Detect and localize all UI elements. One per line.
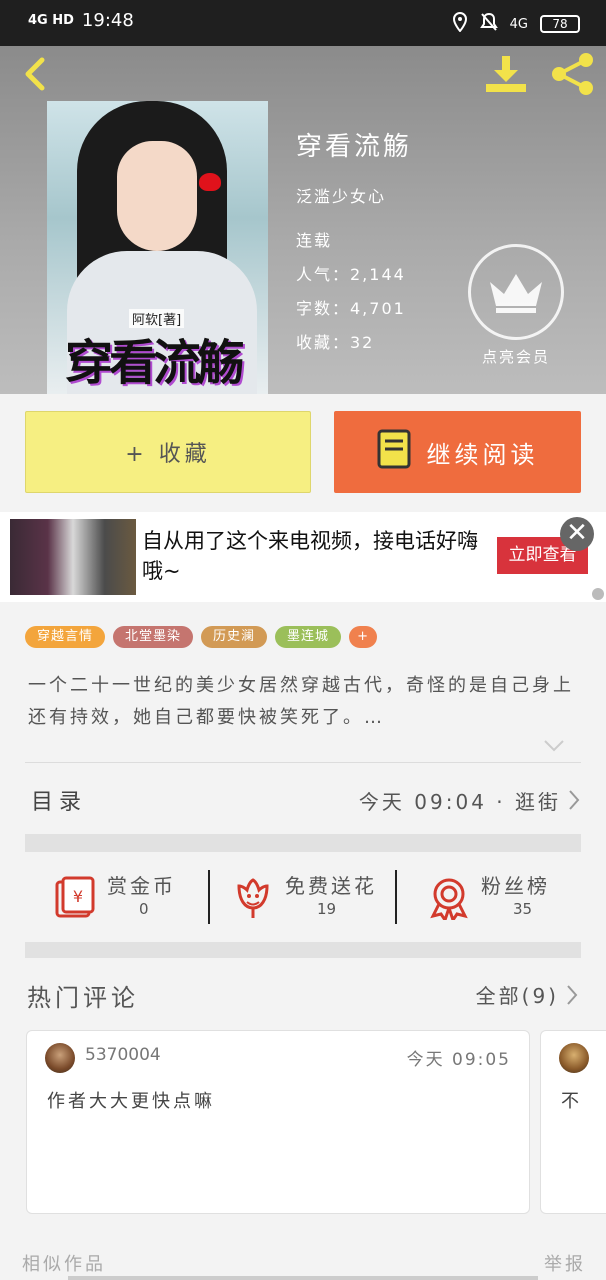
flower-icon — [231, 876, 275, 920]
status-time: 19:48 — [81, 10, 134, 31]
back-button[interactable] — [16, 54, 56, 94]
network-4g: 4G — [509, 16, 528, 32]
location-icon — [452, 11, 468, 36]
divider — [25, 762, 581, 763]
download-icon — [486, 56, 526, 92]
download-button[interactable] — [484, 52, 528, 96]
book-info: 穿看流觞 泛滥少女心 连载 人气：2,144 字数：4,701 收藏：32 — [296, 126, 412, 353]
section-separator — [25, 834, 581, 852]
battery-icon: 78 — [540, 15, 580, 33]
comment-card[interactable]: 5370004 今天 09:05 作者大大更快点嘛 — [26, 1030, 530, 1214]
comment-username[interactable]: 5370004 — [85, 1045, 161, 1065]
toc-label: 目录 — [31, 790, 88, 815]
divider — [395, 870, 397, 924]
network-indicator: 4G HD — [28, 12, 74, 28]
chevron-right-icon — [567, 789, 581, 811]
comments-header: 热门评论 全部(9) — [25, 970, 581, 1020]
add-tag-button[interactable]: + — [349, 626, 377, 648]
book-description: 一个二十一世纪的美少女居然穿越古代，奇怪的是自己身上还有持效，她自己都要快被笑死… — [28, 675, 574, 728]
stat-name: 赏金币 — [107, 874, 176, 898]
comment-text: 不 — [561, 1091, 579, 1112]
continue-reading-button[interactable]: 继续阅读 — [334, 411, 581, 493]
chevron-left-icon — [25, 57, 45, 91]
status-bar: 4G HD 19:48 4G 78 — [0, 0, 606, 46]
cover-face — [117, 141, 197, 251]
ad-info-icon[interactable] — [592, 588, 604, 600]
stat-name: 粉丝榜 — [481, 874, 550, 898]
book-status: 连载 — [296, 231, 333, 250]
vip-label: 点亮会员 — [481, 348, 550, 366]
book-author[interactable]: 泛滥少女心 — [296, 183, 412, 207]
comments-title: 热门评论 — [27, 984, 139, 1012]
share-icon — [552, 53, 593, 95]
stat-value: 35 — [513, 900, 533, 918]
medal-icon — [427, 876, 471, 924]
divider — [208, 870, 210, 924]
table-of-contents-row[interactable]: 目录 今天 09:04 · 逛街 — [25, 764, 581, 834]
cover-title-art: 穿看流觞 — [65, 335, 245, 391]
all-comments-link[interactable]: 全部(9) — [476, 980, 559, 1009]
book-icon — [377, 429, 411, 475]
toc-latest-chapter: 今天 09:04 · 逛街 — [358, 790, 561, 814]
ad-text: 自从用了这个来电视频，接电话好嗨哦~ — [142, 529, 478, 583]
similar-works-label: 相似作品 — [22, 1254, 106, 1275]
mute-icon — [479, 12, 498, 36]
report-link[interactable]: 举报 — [544, 1250, 586, 1276]
book-popularity: 人气：2,144 — [296, 265, 406, 284]
comment-text: 作者大大更快点嘛 — [47, 1091, 215, 1112]
tag-list: 穿越言情 北堂墨染 历史澜 墨连城 + — [25, 626, 377, 648]
book-cover[interactable]: 阿软[著] 穿看流觞 — [47, 101, 268, 394]
crown-icon — [468, 244, 564, 340]
tag-item[interactable]: 穿越言情 — [25, 626, 106, 648]
vip-button[interactable]: 点亮会员 — [466, 244, 566, 367]
section-separator — [25, 942, 581, 958]
scroll-indicator — [68, 1276, 538, 1280]
close-icon[interactable]: ✕ — [560, 517, 594, 551]
book-favorites: 收藏：32 — [296, 333, 375, 352]
svg-text:¥: ¥ — [73, 887, 83, 906]
book-header: 阿软[著] 穿看流觞 穿看流觞 泛滥少女心 连载 人气：2,144 字数：4,7… — [0, 46, 606, 394]
avatar[interactable] — [45, 1043, 75, 1073]
stat-reward-coins[interactable]: ¥ 赏金币 0 — [53, 870, 203, 926]
ad-banner[interactable]: 自从用了这个来电视频，接电话好嗨哦~ 立即查看 ✕ — [0, 512, 606, 602]
book-word-count: 字数：4,701 — [296, 299, 406, 318]
collect-button[interactable]: + 收藏 — [25, 411, 311, 493]
book-title: 穿看流觞 — [296, 132, 413, 162]
stat-fan-ranking[interactable]: 粉丝榜 35 — [427, 870, 577, 926]
stat-free-flowers[interactable]: 免费送花 19 — [231, 870, 391, 926]
status-left: 4G HD 19:48 — [28, 10, 134, 31]
ad-thumbnail — [10, 519, 136, 595]
comment-card[interactable]: 不 — [540, 1030, 606, 1214]
cover-flower — [199, 173, 221, 191]
chevron-right-icon[interactable] — [565, 984, 579, 1006]
continue-reading-label: 继续阅读 — [426, 440, 539, 469]
footer: 相似作品 举报 — [0, 1240, 606, 1280]
action-bar: + 收藏 继续阅读 — [0, 394, 606, 512]
red-envelope-icon: ¥ — [53, 876, 97, 920]
avatar[interactable] — [559, 1043, 589, 1073]
stat-value: 0 — [139, 900, 149, 918]
tag-item[interactable]: 历史澜 — [201, 626, 268, 648]
stat-value: 19 — [317, 900, 337, 918]
stat-name: 免费送花 — [285, 874, 377, 898]
tag-item[interactable]: 北堂墨染 — [113, 626, 194, 648]
status-right: 4G 78 — [452, 11, 580, 36]
comment-time: 今天 09:05 — [406, 1050, 511, 1070]
share-button[interactable] — [550, 52, 596, 96]
support-stats: ¥ 赏金币 0 免费送花 19 粉丝榜 35 — [25, 852, 581, 942]
chevron-down-icon[interactable] — [543, 738, 565, 754]
tag-item[interactable]: 墨连城 — [275, 626, 342, 648]
